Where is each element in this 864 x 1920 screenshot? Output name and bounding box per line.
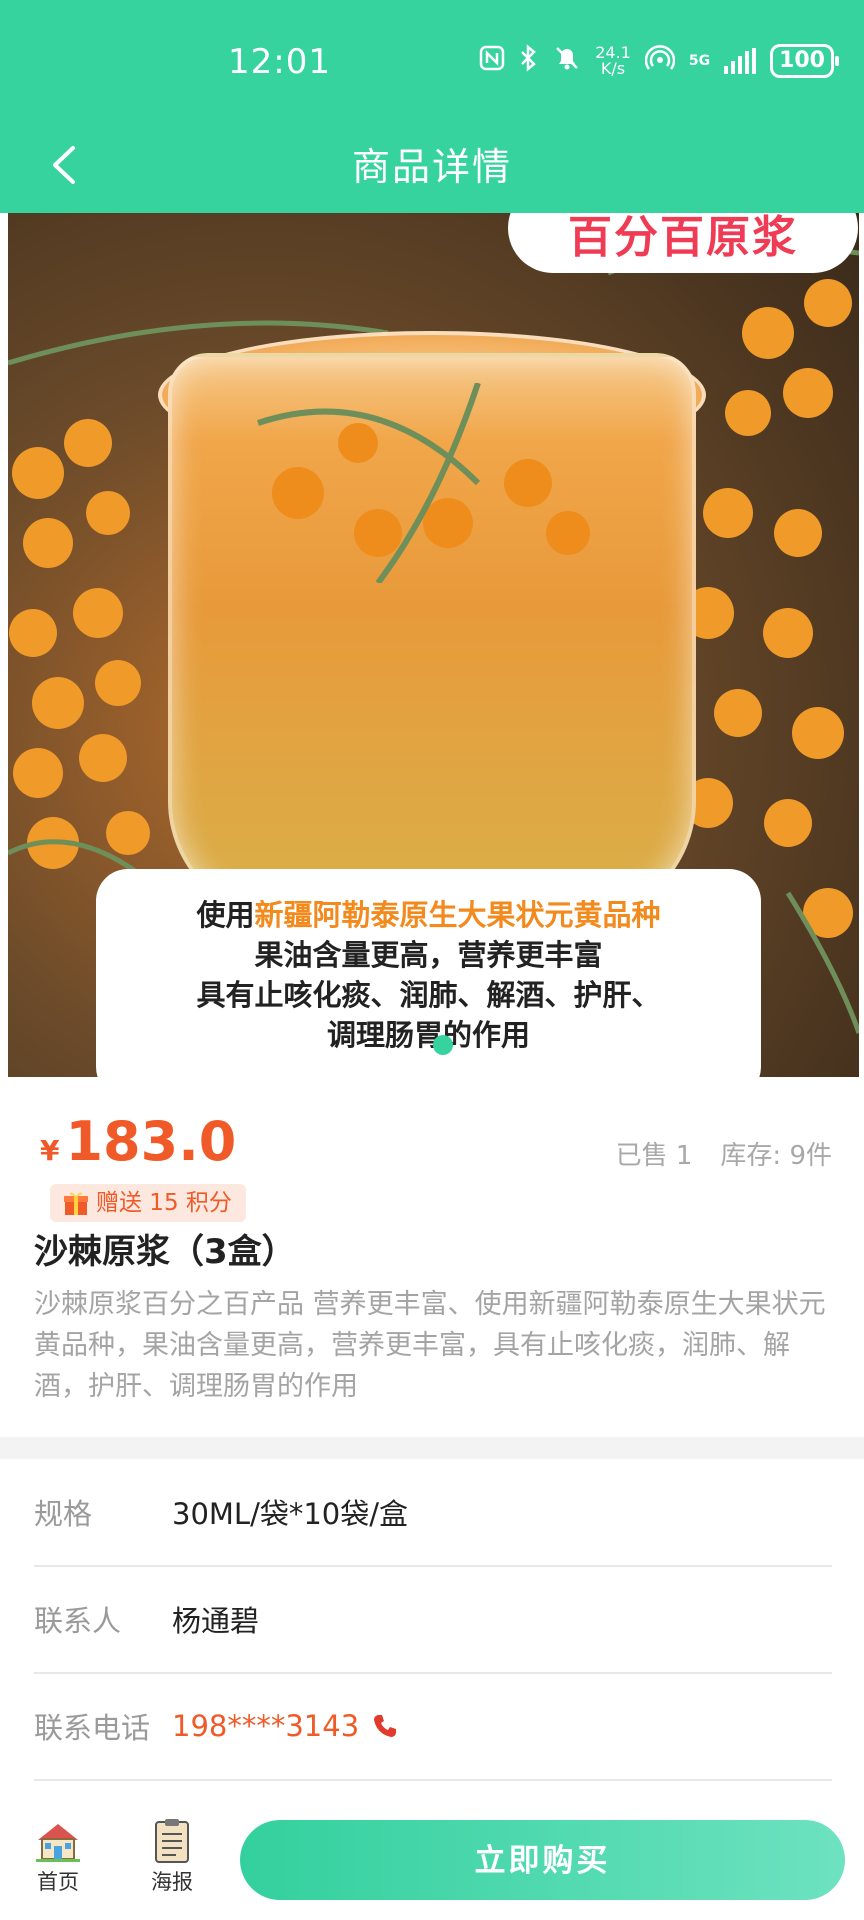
signal-icon (724, 48, 757, 74)
product-name: 沙棘原浆（3盒） (34, 1232, 296, 1272)
network-type: 5G (688, 53, 711, 69)
nav-bar: 商品详情 (0, 130, 864, 213)
tab-poster[interactable]: 海报 (132, 1818, 212, 1896)
bottom-bar: 首页 海报 立即购买 (0, 1800, 864, 1920)
price: ¥183.0 (40, 1110, 236, 1173)
product-description: 沙棘原浆百分之百产品 营养更丰富、使用新疆阿勒泰原生大果状元黄品种，果油含量更高… (34, 1289, 826, 1402)
gift-icon (64, 1192, 88, 1215)
phone-label: 联系电话 (34, 1711, 151, 1745)
banner-tag: 百分百原浆 (508, 213, 858, 273)
price-amount: 183.0 (65, 1110, 237, 1173)
points-badge: 赠送 15 积分 (50, 1184, 246, 1222)
product-image-carousel[interactable]: 百分百原浆 使用新疆阿勒泰原生大果状元黄品种 果油含量更高，营养更丰富 具有止咳… (8, 213, 859, 1077)
bluetooth-icon (519, 44, 539, 78)
stock-count: 库存: 9件 (720, 1141, 832, 1171)
caption-line-1: 使用新疆阿勒泰原生大果状元黄品种 (96, 895, 761, 935)
caption-line-4: 调理肠胃的作用 (326, 1018, 530, 1052)
spec-label: 规格 (34, 1497, 93, 1531)
section-divider (0, 1437, 864, 1459)
phone-row[interactable]: 联系电话 198****3143 (34, 1673, 832, 1781)
contact-value: 杨通碧 (172, 1604, 260, 1638)
home-icon (36, 1824, 80, 1862)
caption-line-2: 果油含量更高，营养更丰富 (254, 938, 603, 972)
net-speed: 24.1 K/s (595, 45, 631, 77)
buy-now-button[interactable]: 立即购买 (240, 1820, 845, 1900)
sales-info: 已售 1 库存: 9件 (616, 1135, 832, 1172)
header: 12:01 24.1 K/s 5G 100 商品详情 (0, 0, 864, 213)
currency-symbol: ¥ (40, 1134, 60, 1167)
sold-count: 已售 1 (615, 1141, 693, 1171)
caption-prefix: 使用 (196, 898, 255, 932)
net-speed-unit: K/s (600, 59, 626, 78)
status-bar: 12:01 24.1 K/s 5G 100 (0, 0, 864, 130)
phone-value[interactable]: 198****3143 (172, 1709, 359, 1743)
battery-icon: 100 (770, 44, 839, 78)
points-text: 赠送 15 积分 (96, 1190, 232, 1216)
contact-label: 联系人 (34, 1604, 122, 1638)
spec-row: 规格 30ML/袋*10袋/盒 (34, 1459, 832, 1567)
mute-bell-icon (553, 44, 581, 78)
carousel-indicator[interactable] (433, 1035, 453, 1055)
caption-highlight: 新疆阿勒泰原生大果状元黄品种 (254, 898, 661, 932)
spec-value: 30ML/袋*10袋/盒 (172, 1497, 409, 1531)
contact-row: 联系人 杨通碧 (34, 1566, 832, 1674)
nfc-icon (479, 45, 505, 77)
image-caption: 使用新疆阿勒泰原生大果状元黄品种 果油含量更高，营养更丰富 具有止咳化痰、润肺、… (96, 869, 761, 1077)
page-title: 商品详情 (351, 145, 512, 189)
tab-poster-label: 海报 (151, 1870, 193, 1894)
phone-icon[interactable] (371, 1712, 399, 1740)
berry-topping (257, 383, 590, 583)
status-icons: 24.1 K/s 5G 100 (479, 44, 839, 78)
tab-home-label: 首页 (37, 1870, 79, 1894)
clipboard-icon (155, 1819, 189, 1863)
battery-level: 100 (779, 48, 825, 73)
hotspot-icon (644, 44, 676, 78)
tab-home[interactable]: 首页 (18, 1818, 98, 1896)
caption-line-3: 具有止咳化痰、润肺、解酒、护肝、 (196, 978, 661, 1012)
status-time: 12:01 (228, 42, 331, 82)
